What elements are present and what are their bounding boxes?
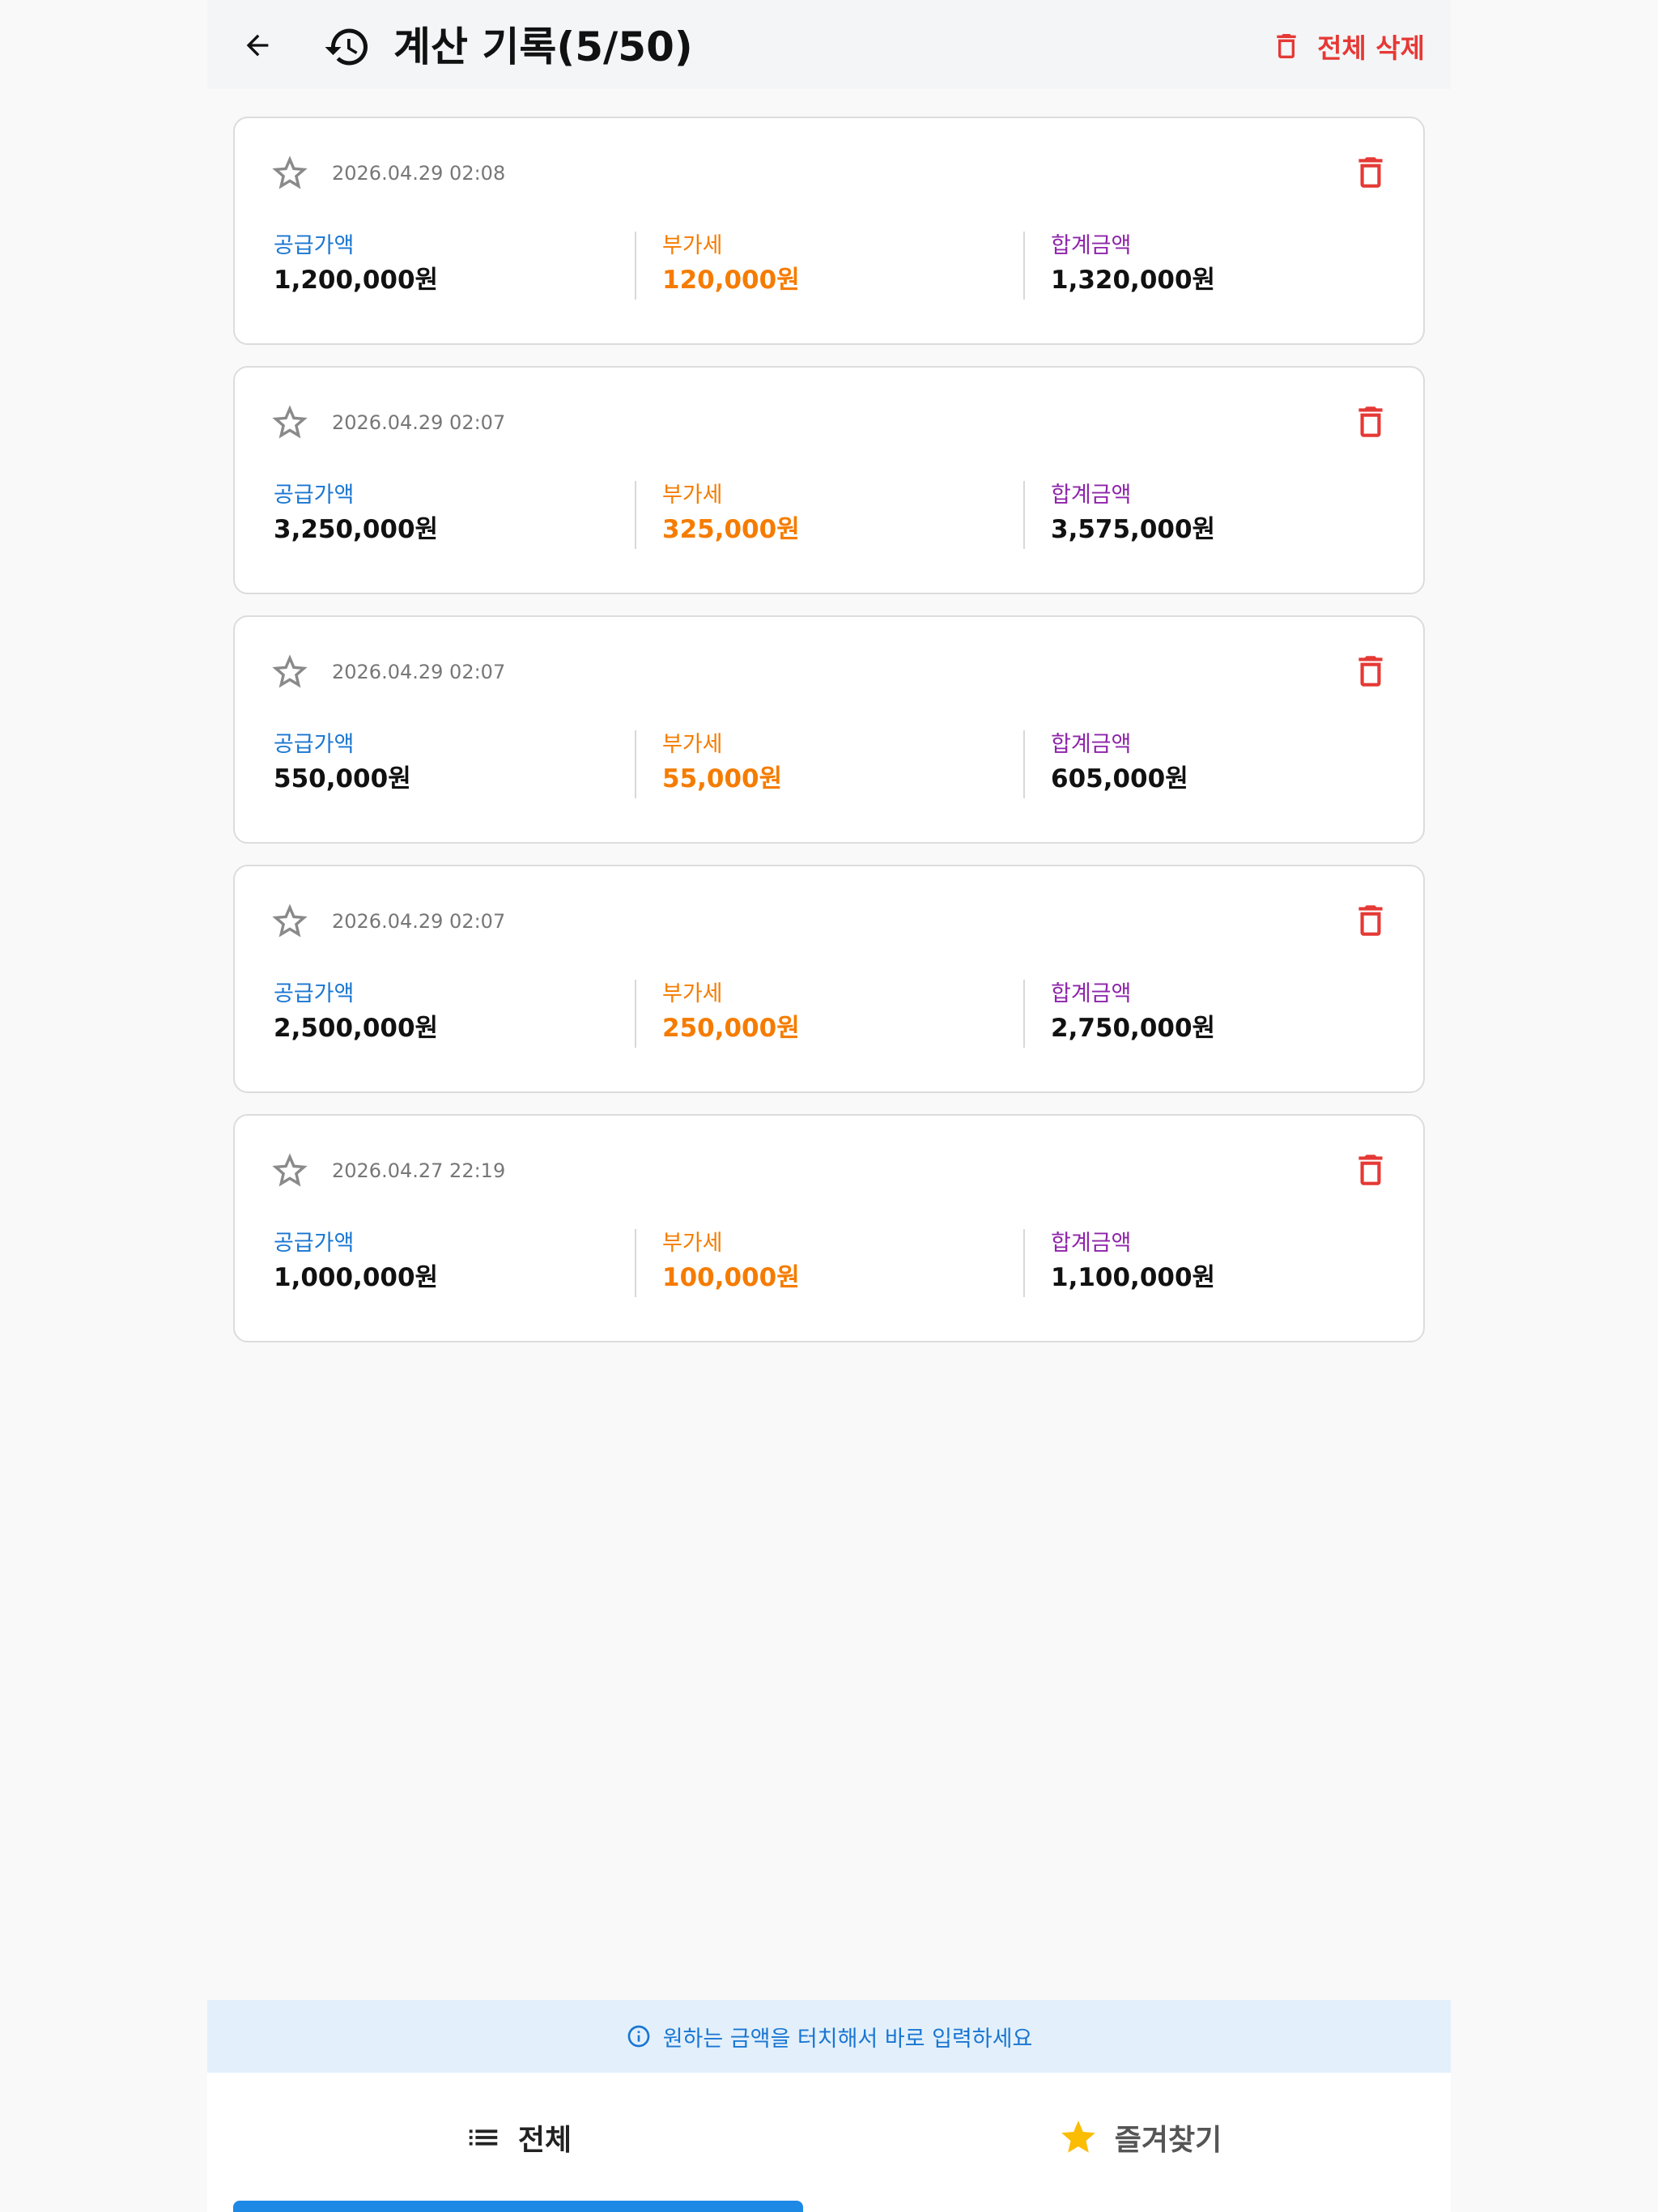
total-value: 3,575,000원 bbox=[1051, 515, 1216, 544]
delete-all-label: 전체 삭제 bbox=[1317, 32, 1425, 64]
total-value: 2,750,000원 bbox=[1051, 1014, 1216, 1043]
vat-value: 100,000원 bbox=[662, 1263, 800, 1292]
bottom-tab-bar: 전체 즐겨찾기 bbox=[207, 2073, 1451, 2212]
total-column[interactable]: 합계금액 605,000원 bbox=[1023, 730, 1188, 798]
vat-value: 120,000원 bbox=[662, 266, 800, 295]
vat-value: 250,000원 bbox=[662, 1014, 800, 1043]
record-date: 2026.04.29 02:07 bbox=[332, 910, 506, 933]
total-label: 합계금액 bbox=[1051, 483, 1132, 508]
selected-tab-indicator bbox=[233, 2201, 803, 2212]
page-title: 계산 기록(5/50) bbox=[393, 23, 693, 70]
back-button[interactable] bbox=[232, 23, 283, 68]
total-value: 1,320,000원 bbox=[1051, 266, 1216, 295]
trash-icon[interactable] bbox=[1350, 1150, 1391, 1190]
list-icon bbox=[469, 2129, 498, 2146]
total-label: 합계금액 bbox=[1051, 981, 1132, 1006]
supply-column[interactable]: 공급가액 2,500,000원 bbox=[274, 980, 438, 1048]
history-icon bbox=[325, 28, 368, 66]
vat-column[interactable]: 부가세 325,000원 bbox=[635, 481, 800, 549]
supply-label: 공급가액 bbox=[274, 1231, 355, 1256]
supply-label: 공급가액 bbox=[274, 732, 355, 757]
vat-value: 55,000원 bbox=[662, 764, 783, 793]
vat-column[interactable]: 부가세 250,000원 bbox=[635, 980, 800, 1048]
app-bar: 계산 기록(5/50) 전체 삭제 bbox=[207, 0, 1451, 89]
vat-label: 부가세 bbox=[662, 981, 723, 1006]
total-column[interactable]: 합계금액 1,100,000원 bbox=[1023, 1229, 1215, 1297]
trash-icon[interactable] bbox=[1350, 152, 1391, 193]
vat-column[interactable]: 부가세 120,000원 bbox=[635, 232, 800, 300]
record-date: 2026.04.29 02:08 bbox=[332, 162, 506, 185]
tab-all[interactable]: 전체 bbox=[207, 2073, 829, 2202]
tab-favorites[interactable]: 즐겨찾기 bbox=[829, 2073, 1451, 2202]
total-value: 605,000원 bbox=[1051, 764, 1188, 793]
star-outline-icon[interactable] bbox=[269, 402, 311, 444]
supply-value: 3,250,000원 bbox=[274, 515, 439, 544]
record-card[interactable]: 2026.04.29 02:07 공급가액 3,250,000원 부가세 325… bbox=[233, 366, 1425, 594]
supply-label: 공급가액 bbox=[274, 233, 355, 258]
supply-value: 1,200,000원 bbox=[274, 266, 439, 295]
supply-value: 2,500,000원 bbox=[274, 1014, 439, 1043]
record-date: 2026.04.29 02:07 bbox=[332, 661, 506, 683]
star-outline-icon[interactable] bbox=[269, 651, 311, 693]
record-card[interactable]: 2026.04.29 02:07 공급가액 550,000원 부가세 55,00… bbox=[233, 615, 1425, 844]
supply-column[interactable]: 공급가액 1,200,000원 bbox=[274, 232, 438, 300]
tab-favorites-label: 즐겨찾기 bbox=[1114, 2124, 1222, 2157]
vat-label: 부가세 bbox=[662, 732, 723, 757]
trash-icon[interactable] bbox=[1350, 900, 1391, 941]
total-label: 합계금액 bbox=[1051, 1231, 1132, 1256]
total-value: 1,100,000원 bbox=[1051, 1263, 1216, 1292]
vat-column[interactable]: 부가세 55,000원 bbox=[635, 730, 782, 798]
total-column[interactable]: 합계금액 3,575,000원 bbox=[1023, 481, 1215, 549]
app: 계산 기록(5/50) 전체 삭제 2026.04.29 02:08 공급가액 … bbox=[207, 0, 1451, 2212]
vat-column[interactable]: 부가세 100,000원 bbox=[635, 1229, 800, 1297]
total-column[interactable]: 합계금액 1,320,000원 bbox=[1023, 232, 1215, 300]
supply-label: 공급가액 bbox=[274, 981, 355, 1006]
record-date: 2026.04.27 22:19 bbox=[332, 1159, 506, 1182]
delete-all-button[interactable]: 전체 삭제 bbox=[1270, 26, 1425, 66]
star-icon bbox=[1061, 2121, 1095, 2153]
vat-label: 부가세 bbox=[662, 233, 723, 258]
vat-value: 325,000원 bbox=[662, 515, 800, 544]
record-card[interactable]: 2026.04.29 02:07 공급가액 2,500,000원 부가세 250… bbox=[233, 865, 1425, 1093]
record-card[interactable]: 2026.04.29 02:08 공급가액 1,200,000원 부가세 120… bbox=[233, 117, 1425, 345]
info-icon bbox=[627, 2025, 650, 2048]
trash-icon[interactable] bbox=[1350, 402, 1391, 442]
supply-value: 1,000,000원 bbox=[274, 1263, 439, 1292]
star-outline-icon[interactable] bbox=[269, 1150, 311, 1192]
tab-all-label: 전체 bbox=[517, 2124, 572, 2157]
total-label: 합계금액 bbox=[1051, 732, 1132, 757]
hint-banner: 원하는 금액을 터치해서 바로 입력하세요 bbox=[207, 2000, 1451, 2073]
star-outline-icon[interactable] bbox=[269, 900, 311, 942]
arrow-left-icon bbox=[246, 34, 269, 57]
vat-label: 부가세 bbox=[662, 1231, 723, 1256]
supply-column[interactable]: 공급가액 3,250,000원 bbox=[274, 481, 438, 549]
total-column[interactable]: 합계금액 2,750,000원 bbox=[1023, 980, 1215, 1048]
record-card[interactable]: 2026.04.27 22:19 공급가액 1,000,000원 부가세 100… bbox=[233, 1114, 1425, 1342]
record-date: 2026.04.29 02:07 bbox=[332, 411, 506, 434]
supply-label: 공급가액 bbox=[274, 483, 355, 508]
trash-icon bbox=[1277, 34, 1296, 58]
trash-icon[interactable] bbox=[1350, 651, 1391, 691]
supply-value: 550,000원 bbox=[274, 764, 411, 793]
record-list: 2026.04.29 02:08 공급가액 1,200,000원 부가세 120… bbox=[233, 117, 1425, 1363]
supply-column[interactable]: 공급가액 1,000,000원 bbox=[274, 1229, 438, 1297]
supply-column[interactable]: 공급가액 550,000원 bbox=[274, 730, 411, 798]
total-label: 합계금액 bbox=[1051, 233, 1132, 258]
star-outline-icon[interactable] bbox=[269, 152, 311, 194]
vat-label: 부가세 bbox=[662, 483, 723, 508]
hint-text: 원하는 금액을 터치해서 바로 입력하세요 bbox=[662, 2026, 1033, 2052]
